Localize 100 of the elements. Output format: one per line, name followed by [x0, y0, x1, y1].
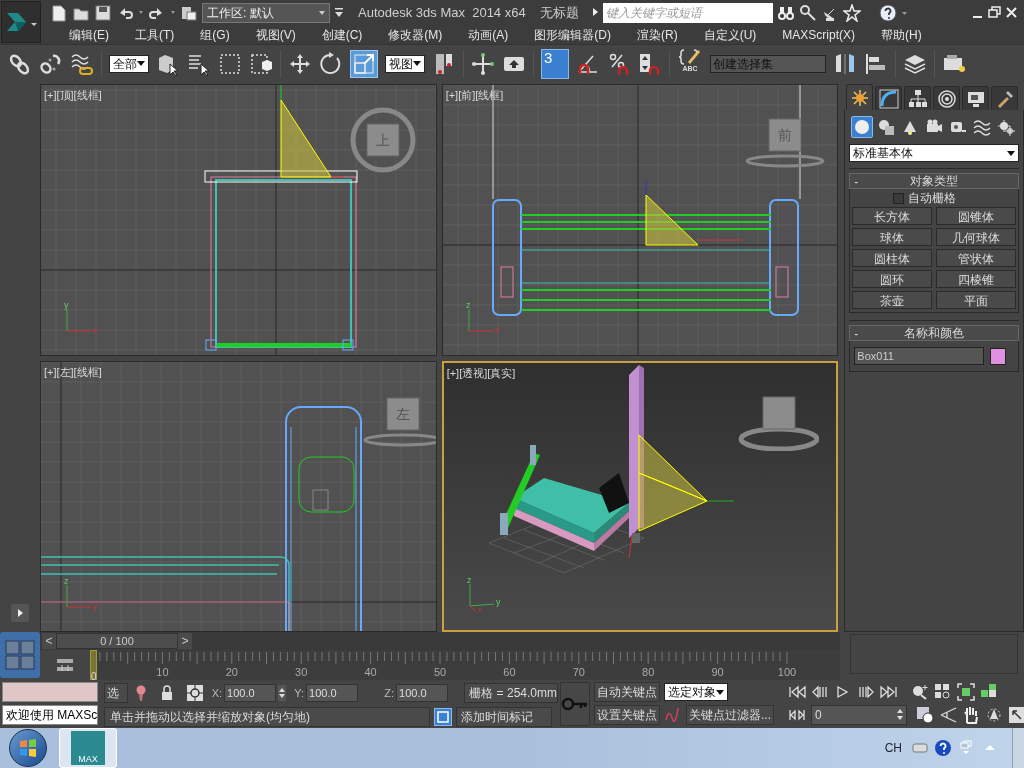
rollout-header[interactable]: - 名称和颜色: [849, 325, 1019, 341]
command-panel-tab[interactable]: [904, 86, 932, 110]
current-frame-marker[interactable]: 0: [90, 650, 97, 680]
snaps-toggle-button[interactable]: 3: [541, 48, 569, 79]
save-icon[interactable]: [94, 4, 112, 22]
language-indicator[interactable]: CH: [884, 739, 902, 757]
time-slider-thumb[interactable]: 0 / 100: [55, 633, 179, 649]
viewport-label-menu[interactable]: [前]: [458, 87, 476, 104]
rectangle-selection-icon[interactable]: [218, 51, 242, 76]
next-frame-button[interactable]: >: [178, 633, 192, 649]
key-mode-toggle-icon[interactable]: [788, 707, 806, 723]
object-name-field[interactable]: Box011: [854, 347, 985, 365]
time-configuration-icon[interactable]: [916, 706, 934, 724]
set-key-button[interactable]: 设置关键点: [594, 705, 660, 725]
menu-item[interactable]: 自定义(U): [690, 26, 770, 44]
new-file-icon[interactable]: [50, 4, 68, 22]
viewport-label-menu[interactable]: [+]: [43, 363, 57, 380]
rotate-icon[interactable]: [319, 51, 343, 76]
expand-panel-icon[interactable]: [10, 604, 29, 622]
mirror-icon[interactable]: [833, 51, 857, 76]
select-and-scale-button[interactable]: [350, 49, 378, 78]
command-panel-tab[interactable]: [991, 86, 1019, 110]
coordinate-field[interactable]: 100.0: [396, 684, 449, 702]
viewport-label-menu[interactable]: [左]: [56, 363, 74, 380]
binoculars-icon[interactable]: [776, 4, 795, 22]
menu-item[interactable]: 视图(V): [242, 26, 309, 44]
menu-item[interactable]: 组(G): [187, 26, 243, 44]
primitive-type-dropdown[interactable]: 标准基本体: [849, 144, 1019, 162]
viewport-label-menu[interactable]: [+]: [43, 87, 57, 104]
viewport-label-menu[interactable]: [线框]: [73, 87, 102, 104]
start-button[interactable]: [9, 729, 47, 767]
primitive-button[interactable]: 长方体: [852, 207, 933, 225]
star-icon[interactable]: [842, 4, 861, 22]
previous-key-icon[interactable]: [811, 684, 829, 700]
time-tag-toggle-button[interactable]: [434, 708, 452, 726]
menu-item[interactable]: 帮助(H): [868, 26, 935, 44]
taskbar-app-button[interactable]: MAX: [59, 728, 117, 768]
next-key-icon[interactable]: [857, 684, 875, 700]
menu-item[interactable]: 编辑(E): [56, 26, 122, 44]
listener-input[interactable]: [2, 682, 98, 702]
menu-item[interactable]: MAXScript(X): [769, 26, 869, 44]
add-time-tag-button[interactable]: 添加时间标记: [456, 707, 552, 727]
orbit-icon[interactable]: [985, 706, 1003, 724]
object-color-swatch[interactable]: [990, 347, 1007, 365]
command-panel-tab[interactable]: [875, 86, 903, 110]
manipulate-icon[interactable]: [471, 51, 495, 76]
align-icon[interactable]: [864, 51, 888, 76]
zoom-extents-icon[interactable]: [957, 683, 975, 701]
percent-snap-icon[interactable]: [607, 51, 631, 76]
command-panel-tab[interactable]: [962, 86, 990, 110]
bind-space-warp-icon[interactable]: [70, 51, 94, 76]
help-icon[interactable]: [934, 739, 952, 757]
reference-coordinate-dropdown[interactable]: 视图: [385, 54, 425, 73]
window-crossing-icon[interactable]: [249, 51, 273, 76]
project-folder-icon[interactable]: [180, 4, 198, 22]
previous-frame-button[interactable]: <: [42, 633, 56, 649]
workspace-dropdown[interactable]: 工作区: 默认: [202, 3, 330, 23]
viewport-label-menu[interactable]: [+]: [446, 364, 460, 381]
command-panel-tab[interactable]: [846, 84, 874, 110]
coordinate-field[interactable]: 100.0: [306, 684, 359, 702]
curve-editor-toggle-icon[interactable]: [55, 656, 75, 674]
viewport-label-menu[interactable]: [线框]: [73, 363, 102, 380]
maximize-viewport-icon[interactable]: [1008, 706, 1024, 724]
primitive-button[interactable]: 球体: [852, 228, 933, 246]
primitive-button[interactable]: 平面: [936, 291, 1016, 309]
pan-hand-icon[interactable]: [962, 706, 980, 724]
lock-icon[interactable]: [159, 684, 174, 702]
viewport[interactable]: [+][透视][真实] z y x: [441, 360, 839, 632]
menu-item[interactable]: 工具(T): [122, 26, 188, 44]
viewport-label-menu[interactable]: [+]: [445, 87, 459, 104]
primitive-button[interactable]: 圆柱体: [852, 249, 933, 267]
go-to-end-icon[interactable]: [880, 684, 898, 700]
primitive-button[interactable]: 四棱锥: [936, 270, 1016, 288]
primitive-button[interactable]: 圆锥体: [936, 207, 1016, 225]
application-button[interactable]: [1, 1, 41, 43]
primitive-button[interactable]: 茶壶: [852, 291, 933, 309]
menu-item[interactable]: 渲染(R): [624, 26, 691, 44]
auto-grid-checkbox[interactable]: [892, 192, 904, 204]
object-category-button[interactable]: [851, 116, 874, 138]
go-to-start-icon[interactable]: [788, 684, 806, 700]
named-selection-field[interactable]: 创建选择集: [710, 54, 826, 73]
auto-key-button[interactable]: 自动关键点: [594, 682, 660, 702]
help-icon[interactable]: [878, 4, 897, 22]
primitive-button[interactable]: 圆环: [852, 270, 933, 288]
primitive-button[interactable]: 管状体: [936, 249, 1016, 267]
viewport-label-menu[interactable]: [顶]: [56, 87, 74, 104]
current-frame-field[interactable]: 0: [811, 705, 907, 725]
menu-item[interactable]: 图形编辑器(D): [521, 26, 624, 44]
collapse-toggle[interactable]: -: [854, 173, 859, 191]
link-icon[interactable]: [8, 51, 32, 76]
menu-item[interactable]: 修改器(M): [375, 26, 456, 44]
coordinate-field[interactable]: 100.0: [224, 684, 277, 702]
viewport-label-menu[interactable]: [线框]: [475, 87, 504, 104]
menu-item[interactable]: 创建(C): [308, 26, 376, 44]
spinner-arrows-icon[interactable]: [278, 685, 287, 701]
absolute-mode-icon[interactable]: [185, 684, 204, 702]
key-filters-button[interactable]: 关键点过滤器...: [686, 705, 774, 725]
collapse-toggle[interactable]: -: [854, 325, 859, 343]
zoom-all-icon[interactable]: [934, 683, 952, 701]
viewport-label-menu[interactable]: [透视]: [459, 364, 488, 381]
